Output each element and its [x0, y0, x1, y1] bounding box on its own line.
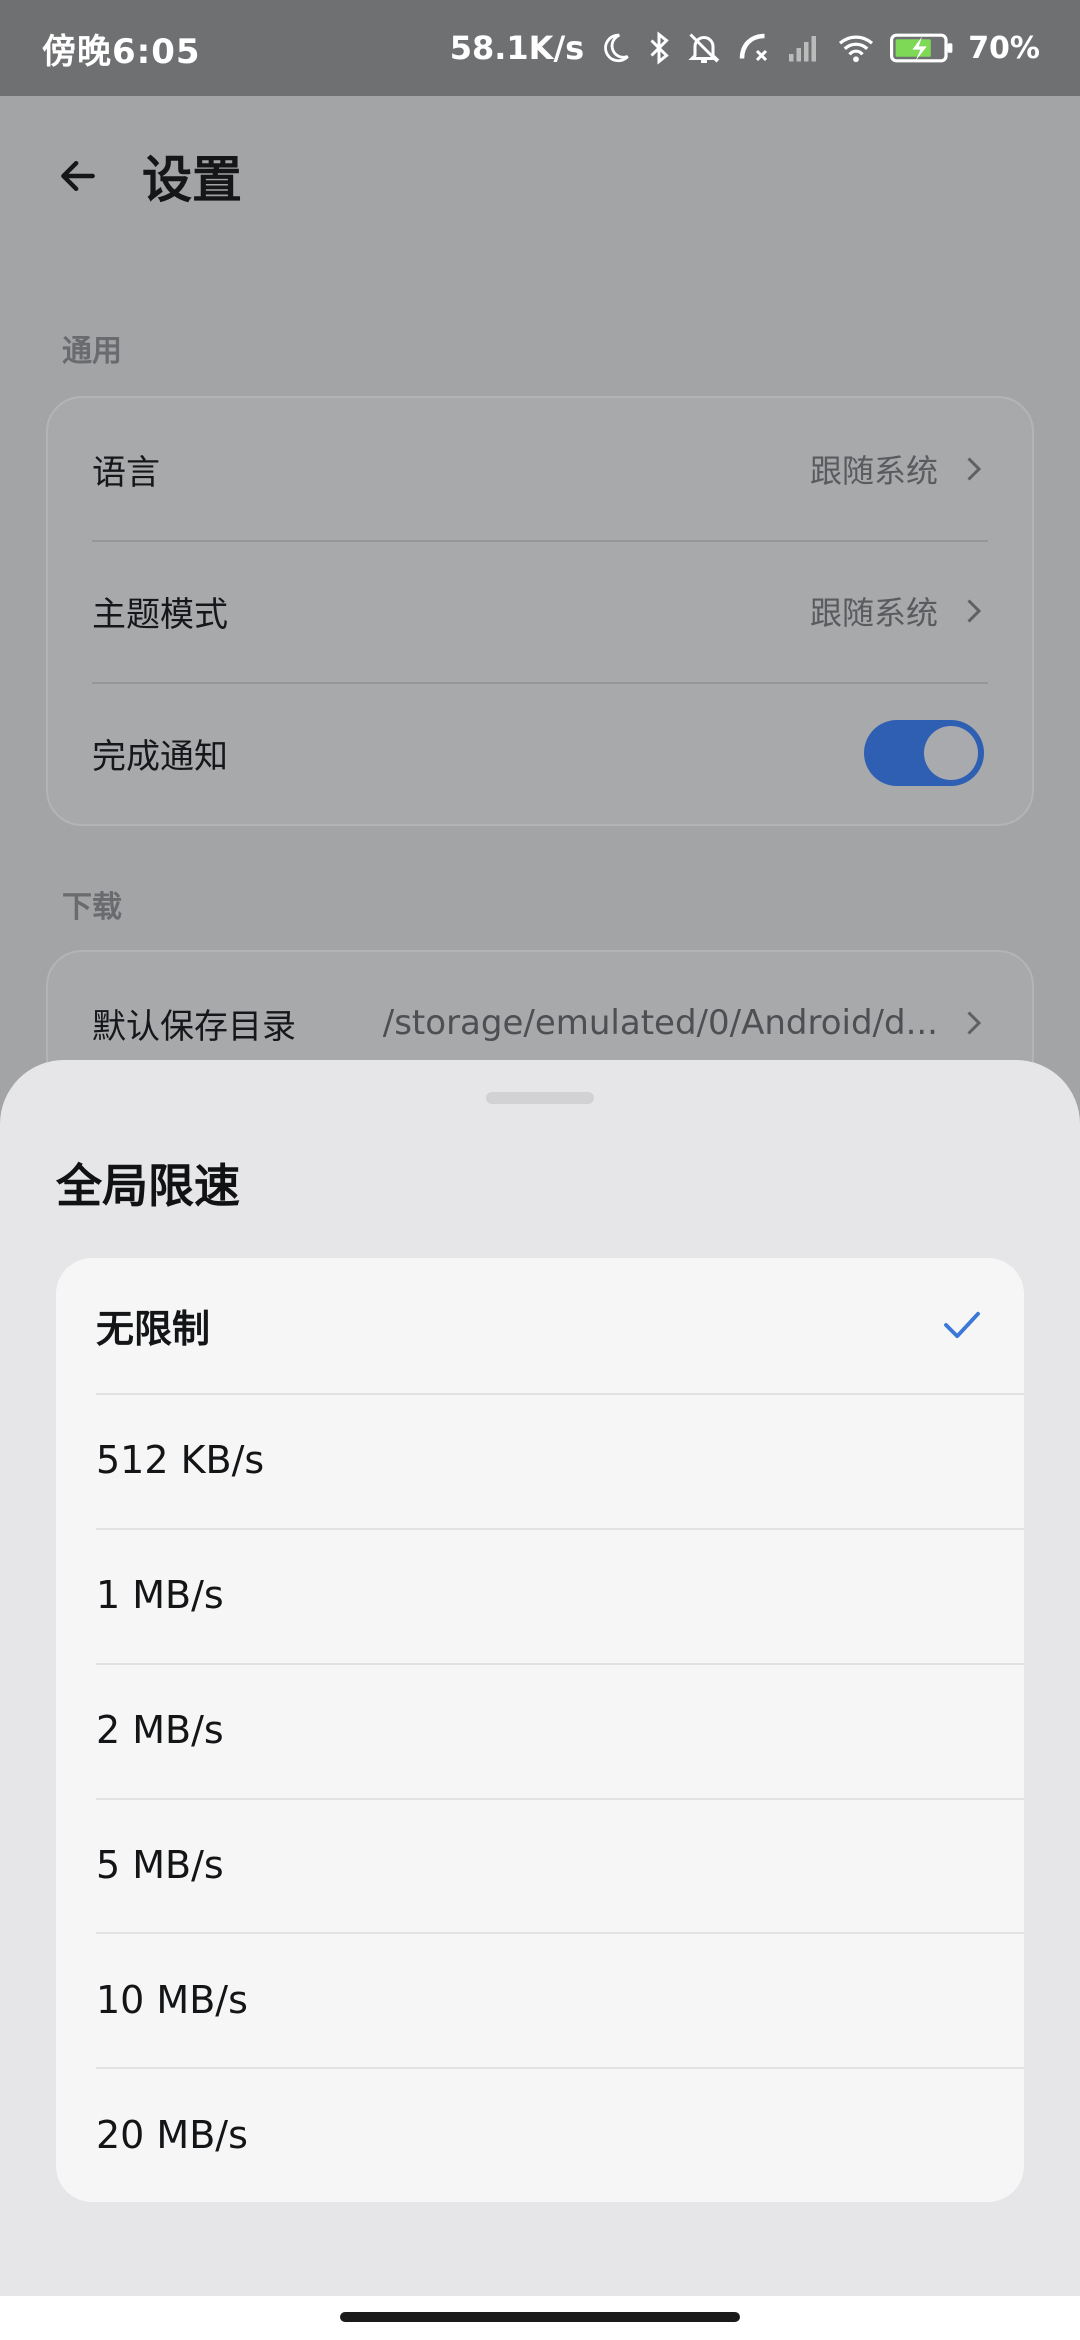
bluetooth-icon — [646, 28, 672, 68]
drag-handle[interactable] — [486, 1092, 594, 1104]
setting-row-notify: 完成通知 — [48, 682, 1032, 824]
option-label: 20 MB/s — [96, 2112, 248, 2157]
option-label: 5 MB/s — [96, 1843, 224, 1887]
app-header: 设置 — [0, 96, 1080, 256]
option-label: 10 MB/s — [96, 1977, 248, 2022]
save-dir-path: /storage/emulated/0/Android/d... — [382, 1003, 938, 1043]
setting-value: 跟随系统 — [809, 452, 938, 490]
sheet-title: 全局限速 — [56, 1159, 240, 1213]
section-label-download: 下载 — [62, 890, 122, 925]
status-icons: 58.1K/s 70% — [450, 28, 1040, 68]
home-indicator[interactable] — [340, 2312, 740, 2322]
setting-row-theme[interactable]: 主题模式 跟随系统 — [48, 540, 1032, 682]
setting-label: 默认保存目录 — [92, 1006, 296, 1047]
speed-option[interactable]: 5 MB/s — [56, 1797, 1024, 1933]
chevron-right-icon — [967, 1011, 982, 1035]
chevron-right-icon — [967, 457, 982, 481]
toggle-knob — [924, 726, 978, 780]
speed-option[interactable]: 2 MB/s — [56, 1662, 1024, 1798]
call-forward-icon — [736, 28, 772, 68]
chevron-right-icon — [967, 599, 982, 623]
back-button[interactable] — [56, 154, 100, 198]
bell-off-icon — [686, 28, 722, 68]
setting-row-language[interactable]: 语言 跟随系统 — [48, 398, 1032, 540]
settings-screen: 傍晚6:05 58.1K/s 70% 设置 通用 语言 跟随系统 主题模式 跟随… — [0, 0, 1080, 2340]
check-icon — [942, 1305, 982, 1345]
speed-options-list: 无限制 512 KB/s 1 MB/s 2 MB/s 5 MB/s 10 MB/… — [56, 1258, 1024, 2202]
cellular-signal-icon — [786, 28, 822, 68]
status-bar: 傍晚6:05 58.1K/s 70% — [0, 0, 1080, 96]
speed-option[interactable]: 512 KB/s — [56, 1392, 1024, 1528]
network-speed: 58.1K/s — [449, 29, 585, 67]
navigation-bar — [0, 2296, 1080, 2340]
moon-icon — [598, 28, 632, 68]
setting-label: 完成通知 — [92, 736, 228, 777]
battery-percent: 70% — [968, 30, 1040, 66]
option-label: 无限制 — [96, 1306, 211, 1351]
option-label: 512 KB/s — [96, 1438, 265, 1483]
setting-label: 主题模式 — [92, 594, 228, 635]
general-card: 语言 跟随系统 主题模式 跟随系统 完成通知 — [46, 396, 1034, 826]
wifi-icon — [836, 28, 876, 68]
setting-label: 语言 — [92, 452, 160, 493]
notify-toggle[interactable] — [864, 720, 984, 786]
speed-option[interactable]: 20 MB/s — [56, 2067, 1024, 2202]
status-time: 傍晚6:05 — [42, 31, 201, 72]
battery-charging-icon — [890, 28, 954, 68]
speed-option[interactable]: 10 MB/s — [56, 1932, 1024, 2067]
page-title: 设置 — [142, 151, 242, 209]
setting-value: 跟随系统 — [809, 594, 938, 632]
option-label: 1 MB/s — [96, 1573, 224, 1618]
speed-limit-sheet: 全局限速 无限制 512 KB/s 1 MB/s 2 MB/s 5 MB/s 1… — [0, 1060, 1080, 2296]
speed-option[interactable]: 1 MB/s — [56, 1527, 1024, 1663]
section-label-general: 通用 — [62, 334, 122, 369]
speed-option[interactable]: 无限制 — [56, 1258, 1024, 1393]
option-label: 2 MB/s — [96, 1708, 224, 1753]
arrow-left-icon — [61, 160, 95, 192]
